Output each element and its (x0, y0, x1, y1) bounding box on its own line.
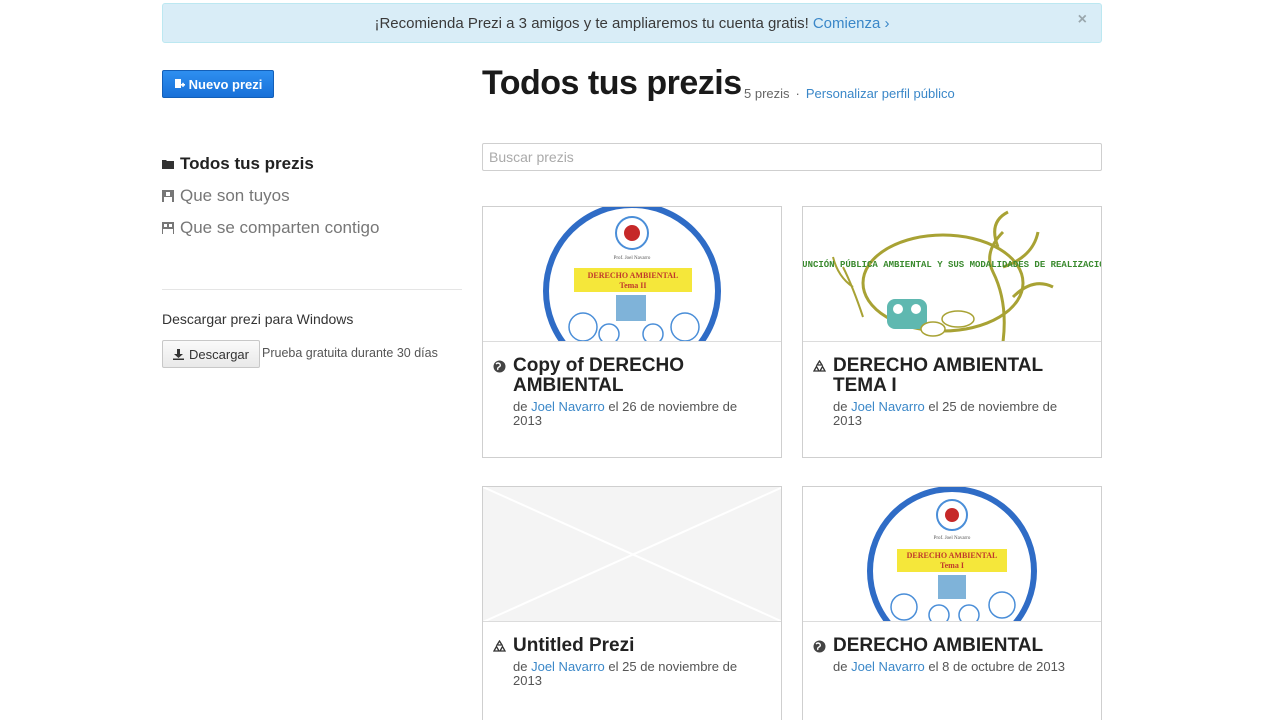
recycle-icon (813, 360, 826, 372)
prezi-meta: de Joel Navarro el 8 de octubre de 2013 (833, 660, 1089, 674)
prezi-thumbnail[interactable]: Prof. Joel Navarro DERECHO AMBIENTAL Tem… (803, 487, 1101, 622)
prezi-by: de (513, 399, 528, 414)
folder-icon (162, 160, 174, 169)
page-title: Todos tus prezis (482, 64, 742, 102)
title-meta: 5 prezis · Personalizar perfil público (744, 86, 955, 101)
globe-icon (493, 360, 506, 373)
nav-item-all[interactable]: Todos tus prezis (162, 148, 462, 180)
banner-start-link[interactable]: Comienza › (813, 15, 890, 32)
globe-icon (813, 640, 826, 653)
prezi-card-body: Untitled Prezi de Joel Navarro el 25 de … (483, 622, 781, 688)
new-prezi-label: Nuevo prezi (188, 76, 263, 92)
prezi-title[interactable]: Copy of DERECHO AMBIENTAL (513, 356, 769, 396)
prezi-card[interactable]: Prof. Joel Navarro DERECHO AMBIENTAL Tem… (802, 486, 1102, 720)
prezi-card[interactable]: LA FUNCIÓN PÚBLICA AMBIENTAL Y SUS MODAL… (802, 206, 1102, 458)
close-icon[interactable]: × (1078, 11, 1087, 29)
prezi-by: de (513, 659, 528, 674)
prezi-thumbnail-image: Prof. Joel Navarro DERECHO AMBIENTAL Tem… (543, 207, 721, 341)
prezi-card[interactable]: Untitled Prezi de Joel Navarro el 25 de … (482, 486, 782, 720)
prezi-date: el 8 de octubre de 2013 (928, 659, 1066, 674)
thumbnail-subtitle: Tema II (619, 281, 646, 290)
nav-item-shared[interactable]: Que se comparten contigo (162, 212, 462, 244)
prezi-card[interactable]: Prof. Joel Navarro DERECHO AMBIENTAL Tem… (482, 206, 782, 458)
nav-item-label: Que se comparten contigo (180, 218, 380, 237)
prezi-meta: de Joel Navarro el 26 de noviembre de 20… (513, 400, 769, 428)
prezi-card-body: DERECHO AMBIENTAL TEMA I de Joel Navarro… (803, 342, 1101, 428)
thumbnail-name: Prof. Joel Navarro (934, 536, 971, 541)
referral-banner: ¡Recomienda Prezi a 3 amigos y te amplia… (162, 3, 1102, 43)
prezi-card-body: Copy of DERECHO AMBIENTAL de Joel Navarr… (483, 342, 781, 428)
trial-note: Prueba gratuita durante 30 días (262, 346, 438, 360)
prezi-card-body: DERECHO AMBIENTAL de Joel Navarro el 8 d… (803, 622, 1101, 674)
prezi-thumbnail[interactable]: Prof. Joel Navarro DERECHO AMBIENTAL Tem… (483, 207, 781, 342)
download-title: Descargar prezi para Windows (162, 311, 354, 327)
prezi-thumbnail[interactable]: LA FUNCIÓN PÚBLICA AMBIENTAL Y SUS MODAL… (803, 207, 1101, 342)
recycle-icon (493, 640, 506, 652)
user-icon (162, 190, 174, 202)
thumbnail-subtitle: Tema I (940, 561, 964, 570)
prezi-count: 5 prezis (744, 86, 790, 101)
prezi-title[interactable]: DERECHO AMBIENTAL (833, 636, 1089, 656)
nav-item-label: Todos tus prezis (180, 154, 314, 173)
thumbnail-title: LA FUNCIÓN PÚBLICA AMBIENTAL Y SUS MODAL… (803, 259, 1101, 270)
empty-thumbnail-image (483, 487, 781, 621)
thumbnail-title: DERECHO AMBIENTAL (588, 271, 679, 280)
prezi-title[interactable]: Untitled Prezi (513, 636, 769, 656)
prezi-meta: de Joel Navarro el 25 de noviembre de 20… (513, 660, 769, 688)
sidebar-divider (162, 289, 462, 290)
prezi-thumbnail[interactable] (483, 487, 781, 622)
download-icon (173, 348, 185, 360)
thumbnail-name: Prof. Joel Navarro (614, 256, 651, 261)
author-link[interactable]: Joel Navarro (851, 659, 925, 674)
thumbnail-title: DERECHO AMBIENTAL (907, 551, 998, 560)
sidebar-nav: Todos tus prezis Que son tuyos Que se co… (162, 148, 462, 244)
author-link[interactable]: Joel Navarro (531, 659, 605, 674)
new-document-icon (174, 78, 185, 88)
nav-item-label: Que son tuyos (180, 186, 290, 205)
prezi-thumbnail-image: LA FUNCIÓN PÚBLICA AMBIENTAL Y SUS MODAL… (803, 210, 1101, 341)
prezi-thumbnail-image: Prof. Joel Navarro DERECHO AMBIENTAL Tem… (867, 487, 1037, 621)
customize-profile-link[interactable]: Personalizar perfil público (806, 86, 955, 101)
prezi-by: de (833, 399, 848, 414)
prezi-by: de (833, 659, 848, 674)
prezi-meta: de Joel Navarro el 25 de noviembre de 20… (833, 400, 1089, 428)
download-button-label: Descargar (189, 346, 249, 362)
banner-text: ¡Recomienda Prezi a 3 amigos y te amplia… (374, 14, 809, 32)
author-link[interactable]: Joel Navarro (851, 399, 925, 414)
new-prezi-button[interactable]: Nuevo prezi (162, 70, 274, 98)
prezi-title[interactable]: DERECHO AMBIENTAL TEMA I (833, 356, 1089, 396)
nav-item-owned[interactable]: Que son tuyos (162, 180, 462, 212)
users-icon (162, 222, 174, 234)
search-input[interactable] (482, 143, 1102, 171)
author-link[interactable]: Joel Navarro (531, 399, 605, 414)
download-button[interactable]: Descargar (162, 340, 260, 368)
separator: · (795, 86, 800, 101)
